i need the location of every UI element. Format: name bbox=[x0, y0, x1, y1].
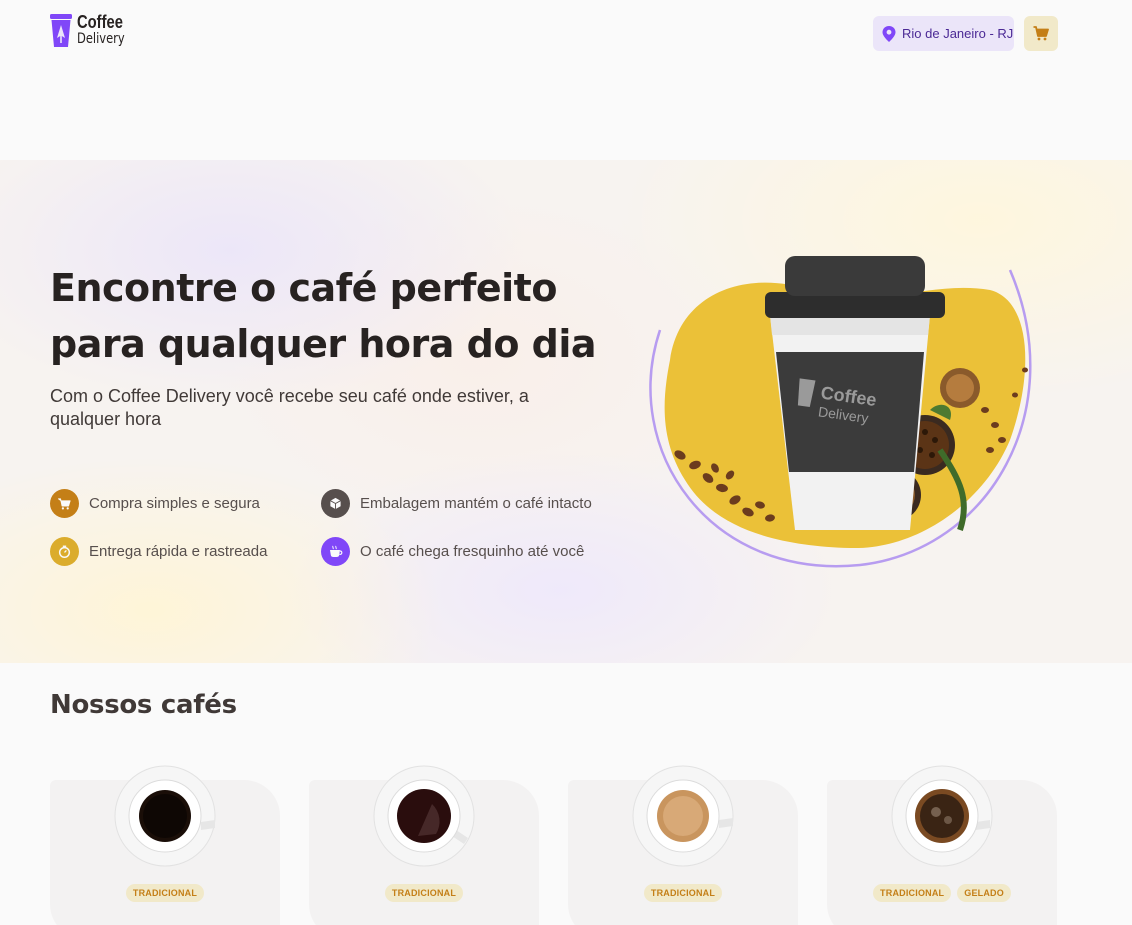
tag-list: TRADICIONAL bbox=[50, 884, 280, 902]
hero-title-line2: para qualquer hora do dia bbox=[50, 322, 597, 366]
header: Coffee Delivery Rio de Janeiro - RJ bbox=[0, 0, 1132, 70]
cart-icon bbox=[1033, 26, 1049, 41]
tag: TRADICIONAL bbox=[643, 884, 723, 902]
logo-cup-icon bbox=[50, 14, 72, 47]
coffee-icon bbox=[321, 537, 350, 566]
hero-title-line1: Encontre o café perfeito bbox=[50, 266, 557, 310]
tag-list: TRADICIONAL bbox=[568, 884, 798, 902]
location-button[interactable]: Rio de Janeiro - RJ bbox=[873, 16, 1014, 51]
tag: TRADICIONAL bbox=[125, 884, 205, 902]
coffee-image bbox=[891, 765, 993, 867]
tag-list: TRADICIONAL GELADO bbox=[827, 884, 1057, 902]
coffee-card[interactable]: TRADICIONAL bbox=[50, 765, 280, 925]
coffee-image bbox=[632, 765, 734, 867]
hero-coffee-cup-image: Coffee Delivery bbox=[649, 256, 1032, 568]
map-pin-icon bbox=[882, 25, 896, 42]
coffee-card[interactable]: TRADICIONAL GELADO bbox=[827, 765, 1057, 925]
feature-label: Embalagem mantém o café intacto bbox=[360, 495, 592, 512]
feature-label: Entrega rápida e rastreada bbox=[89, 543, 268, 560]
feature-item: Compra simples e segura bbox=[50, 489, 260, 518]
coffee-card[interactable]: TRADICIONAL bbox=[568, 765, 798, 925]
feature-item: O café chega fresquinho até você bbox=[321, 537, 584, 566]
hero-subtitle: Com o Coffee Delivery você recebe seu ca… bbox=[50, 386, 529, 429]
tag: TRADICIONAL bbox=[384, 884, 464, 902]
hero-title: Encontre o café perfeito para qualquer h… bbox=[50, 260, 610, 372]
catalog-title: Nossos cafés bbox=[50, 690, 237, 720]
hero-section: Encontre o café perfeito para qualquer h… bbox=[0, 160, 1132, 663]
coffee-image bbox=[373, 765, 475, 867]
logo[interactable]: Coffee Delivery bbox=[50, 12, 135, 48]
tag: GELADO bbox=[957, 884, 1011, 902]
timer-icon bbox=[50, 537, 79, 566]
feature-item: Entrega rápida e rastreada bbox=[50, 537, 267, 566]
logo-subtitle: Delivery bbox=[77, 31, 125, 47]
logo-title: Coffee bbox=[77, 12, 123, 32]
tag-list: TRADICIONAL bbox=[309, 884, 539, 902]
tag: TRADICIONAL bbox=[873, 884, 952, 902]
feature-item: Embalagem mantém o café intacto bbox=[321, 489, 592, 518]
coffee-image bbox=[114, 765, 216, 867]
package-icon bbox=[321, 489, 350, 518]
cart-icon bbox=[50, 489, 79, 518]
cart-button[interactable] bbox=[1024, 16, 1058, 51]
feature-label: Compra simples e segura bbox=[89, 495, 260, 512]
feature-label: O café chega fresquinho até você bbox=[360, 543, 585, 560]
coffee-card[interactable]: TRADICIONAL bbox=[309, 765, 539, 925]
location-label: Rio de Janeiro - RJ bbox=[902, 26, 1014, 41]
